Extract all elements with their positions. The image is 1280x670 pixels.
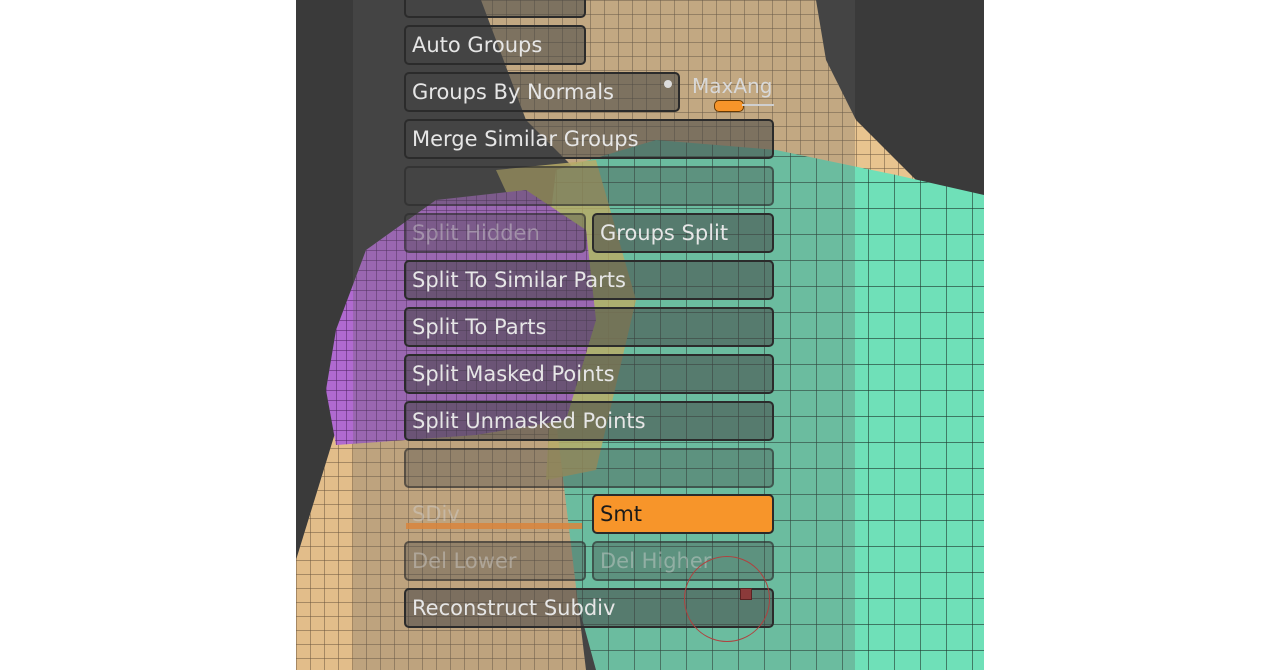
split-unmasked-points-button[interactable]: Split Unmasked Points [404, 401, 774, 441]
brush-cursor-icon [684, 556, 770, 642]
split-hidden-button[interactable]: Split Hidden [404, 213, 586, 253]
empty-slot-button-2[interactable] [404, 448, 774, 488]
smt-label: Smt [600, 502, 643, 526]
groups-by-normals-button[interactable]: Groups By Normals [404, 72, 680, 112]
brush-center-icon [740, 588, 752, 600]
max-angle-label: MaxAng [692, 74, 772, 98]
max-angle-slider-handle[interactable] [714, 100, 744, 112]
del-lower-button[interactable]: Del Lower [404, 541, 586, 581]
del-lower-label: Del Lower [412, 549, 517, 573]
groups-split-label: Groups Split [600, 221, 729, 245]
max-angle-slider-track[interactable] [742, 104, 774, 106]
split-hidden-label: Split Hidden [412, 221, 540, 245]
reconstruct-subdiv-label: Reconstruct Subdiv [412, 596, 616, 620]
sdiv-slider-bar[interactable] [406, 523, 582, 529]
merge-similar-groups-label: Merge Similar Groups [412, 127, 639, 151]
auto-groups-label: Auto Groups [412, 33, 543, 57]
split-to-similar-parts-label: Split To Similar Parts [412, 268, 626, 292]
empty-slot-button[interactable] [404, 166, 774, 206]
split-to-parts-label: Split To Parts [412, 315, 547, 339]
split-to-parts-button[interactable]: Split To Parts [404, 307, 774, 347]
split-to-similar-parts-button[interactable]: Split To Similar Parts [404, 260, 774, 300]
split-masked-points-label: Split Masked Points [412, 362, 615, 386]
indicator-dot-icon [664, 80, 672, 88]
merge-similar-groups-button[interactable]: Merge Similar Groups [404, 119, 774, 159]
smt-toggle[interactable]: Smt [592, 494, 774, 534]
split-masked-points-button[interactable]: Split Masked Points [404, 354, 774, 394]
groups-split-button[interactable]: Groups Split [592, 213, 774, 253]
3d-viewport[interactable]: Auto Groups Groups By Normals MaxAng Mer… [296, 0, 984, 670]
auto-groups-button[interactable]: Auto Groups [404, 25, 586, 65]
groups-by-normals-label: Groups By Normals [412, 80, 614, 104]
hidden-top-button[interactable] [404, 0, 586, 18]
split-unmasked-points-label: Split Unmasked Points [412, 409, 646, 433]
